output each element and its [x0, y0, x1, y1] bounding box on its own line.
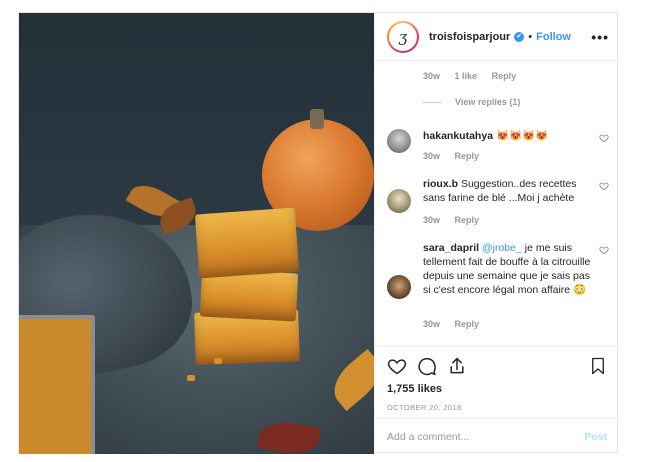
author-username[interactable]: troisfoisparjour — [429, 31, 510, 43]
commenter-avatar[interactable] — [387, 275, 411, 299]
reply-meta: 30w 1 like Reply — [423, 71, 528, 81]
comment-time: 30w — [423, 215, 441, 225]
comment-bubble-icon[interactable] — [417, 356, 437, 376]
comment-body: 😻😻😻😻 — [495, 130, 549, 142]
follow-button[interactable]: Follow — [536, 31, 571, 43]
more-options-icon[interactable]: ••• — [591, 29, 609, 45]
reply-button[interactable]: Reply — [492, 71, 517, 81]
photo-baking-tray — [19, 315, 95, 454]
reply-button[interactable]: Reply — [455, 319, 480, 329]
post-actions: 1,755 likes OCTOBER 20, 2018 — [375, 346, 619, 412]
post-card: ʒ troisfoisparjour ✔ • Follow ••• 30w 1 … — [18, 12, 619, 454]
like-heart-icon[interactable] — [387, 356, 407, 376]
comment-mention[interactable]: @jrobe_ — [482, 242, 522, 254]
comments-panel: ʒ troisfoisparjour ✔ • Follow ••• 30w 1 … — [374, 13, 619, 454]
comment-meta: 30w Reply — [423, 151, 491, 161]
reply-button[interactable]: Reply — [455, 215, 480, 225]
reply-button[interactable]: Reply — [455, 151, 480, 161]
save-bookmark-icon[interactable] — [589, 356, 607, 376]
commenter-username[interactable]: sara_dapril — [423, 242, 479, 254]
action-icons — [387, 355, 607, 377]
commenter-avatar[interactable] — [387, 189, 411, 213]
like-comment-heart-icon[interactable] — [599, 245, 609, 255]
reply-time: 30w — [423, 71, 441, 81]
comment-text: sara_dapril @jrobe_ je me suis tellement… — [423, 241, 591, 297]
comment-text: hakankutahya 😻😻😻😻 — [423, 129, 591, 143]
add-comment-bar: Add a comment... Post — [375, 418, 619, 454]
verified-badge-icon: ✔ — [514, 31, 525, 42]
commenter-username[interactable]: hakankutahya — [423, 130, 493, 142]
view-replies-link[interactable]: View replies (1) — [423, 97, 520, 107]
author-avatar[interactable]: ʒ — [387, 20, 419, 53]
comment-item: rioux.b Suggestion..des recettes sans fa… — [387, 177, 609, 233]
commenter-username[interactable]: rioux.b — [423, 178, 458, 190]
post-header: ʒ troisfoisparjour ✔ • Follow ••• — [375, 13, 619, 61]
comment-item: hakankutahya 😻😻😻😻 30w Reply — [387, 129, 609, 169]
share-icon[interactable] — [447, 356, 467, 376]
comment-meta: 30w Reply — [423, 215, 491, 225]
separator-dot: • — [528, 30, 533, 43]
photo-cake-top — [194, 207, 300, 279]
view-replies-label: View replies (1) — [455, 97, 521, 107]
comment-text: rioux.b Suggestion..des recettes sans fa… — [423, 177, 591, 205]
view-replies-line — [423, 101, 441, 103]
comment-item: sara_dapril @jrobe_ je me suis tellement… — [387, 241, 609, 337]
like-comment-heart-icon[interactable] — [599, 133, 609, 143]
post-comment-button[interactable]: Post — [584, 431, 607, 443]
commenter-avatar[interactable] — [387, 129, 411, 153]
author-avatar-letter: ʒ — [389, 22, 417, 51]
comment-meta: 30w Reply — [423, 319, 491, 329]
comment-time: 30w — [423, 319, 441, 329]
reply-likes[interactable]: 1 like — [455, 71, 478, 81]
comment-time: 30w — [423, 151, 441, 161]
add-comment-input[interactable]: Add a comment... — [387, 431, 469, 443]
photo-crumb — [187, 375, 195, 381]
like-comment-heart-icon[interactable] — [599, 181, 609, 191]
photo-crumb — [214, 358, 222, 364]
likes-count[interactable]: 1,755 likes — [387, 383, 607, 395]
post-photo[interactable] — [19, 13, 374, 454]
post-date: OCTOBER 20, 2018 — [387, 403, 462, 412]
